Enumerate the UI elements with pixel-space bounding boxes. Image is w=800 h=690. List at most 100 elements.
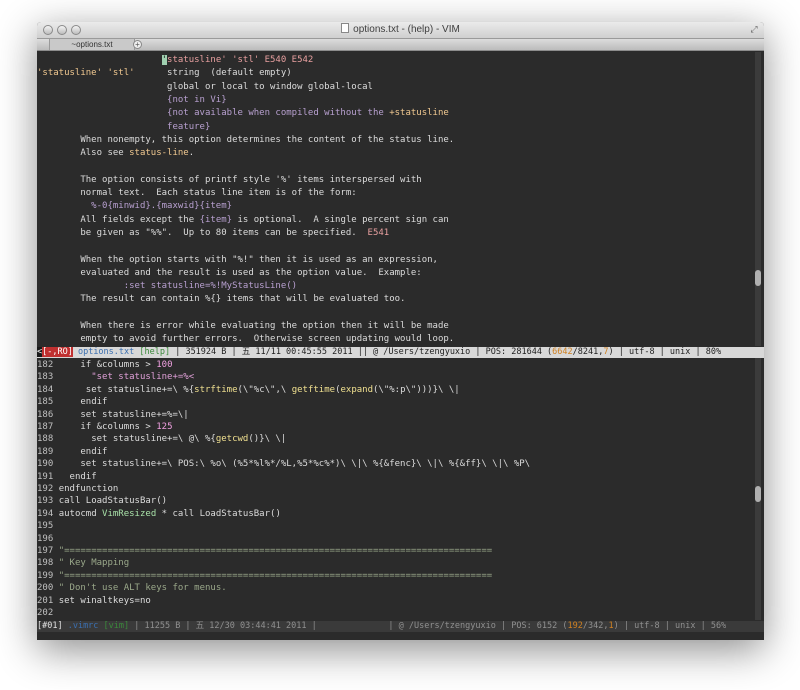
text-segment: | 351924 B | 五 11/11 00:45:55 2011 || @ … [170,347,553,357]
add-tab-button[interactable]: + [133,40,142,49]
text-segment: :set statusline=%!MyStatusLine() [37,281,298,292]
text-segment: normal text. Each status line item is of… [37,188,357,198]
text-segment: feature} [37,121,211,132]
line-number: 188 [37,434,59,445]
tab-bar: ~options.txt + [37,39,764,51]
line-number: 197 [37,546,59,556]
fullscreen-icon[interactable]: ⤢ [749,24,759,34]
text-segment: be given as "%%". Up to 80 items can be … [37,227,368,238]
code-line: 183 "set statusline+=%< [37,371,194,383]
text-segment: The result can contain %{} items that wi… [37,294,406,305]
text-segment: endfunction [58,484,119,494]
window-title-text: options.txt - (help) - VIM [353,24,460,35]
code-line: 182 if &columns > 100 [37,359,173,371]
text-segment: {not in Vi} [37,94,227,105]
help-line: 'statusline' 'stl' E540 E542 [37,54,313,66]
help-scrollbar-thumb[interactable] [755,270,761,286]
text-segment: getftime [291,384,336,395]
help-line: evaluated and the result is used as the … [37,267,422,279]
text-segment: When there is error while evaluating the… [37,321,449,331]
help-pane[interactable]: 'statusline' 'stl' E540 E542'statusline'… [37,52,749,346]
text-segment: " Don't use ALT keys for menus. [58,583,227,594]
line-number: 199 [37,570,59,581]
line-number: 189 [37,446,59,457]
text-segment: 125 [156,422,173,432]
code-line: 196 [37,533,59,545]
text-segment: is optional. A single percent sign can [232,214,449,225]
text-segment: [-,RO] [42,347,73,357]
text-segment: set winaltkeys=no [58,595,151,606]
code-line: 199 "===================================… [37,570,492,582]
help-scrollbar[interactable] [755,52,761,346]
help-line: All fields except the {item} is optional… [37,214,449,226]
tab-options-txt[interactable]: ~options.txt [49,39,135,50]
help-line: The option consists of printf style '%' … [37,174,422,186]
line-number: 194 [37,508,59,519]
code-line: 192 endfunction [37,483,118,495]
help-line: When there is error while evaluating the… [37,320,449,332]
code-line: 195 [37,520,59,532]
code-line: 184 set statusline+=\ %{strftime(\"%c\",… [37,384,460,396]
line-number: 192 [37,484,59,494]
help-line: empty to avoid further errors. Otherwise… [37,333,454,345]
line-number: 185 [37,397,59,408]
text-segment: [help] [134,347,171,357]
text-segment: status-line [129,148,189,159]
text-segment: empty to avoid further errors. Otherwise… [37,334,455,345]
help-line: 'statusline' 'stl' string (default empty… [37,67,292,79]
text-segment: The option consists of printf style '%' … [37,174,422,185]
line-number: 186 [37,409,59,420]
help-line: {not in Vi} [37,94,227,106]
code-line: 190 set statusline+=\ POS:\ %o\ (%5*%l%*… [37,458,530,470]
text-segment: endif [58,397,108,408]
text-segment: global or local to window global-local [37,81,373,92]
text-segment: call LoadStatusBar() [58,496,168,507]
help-line: be given as "%%". Up to 80 items can be … [37,227,389,239]
line-number: 201 [37,595,59,606]
text-segment: {not available when compiled without the [37,108,390,119]
code-line: 202 [37,607,59,619]
line-number: 193 [37,496,59,507]
line-number: 190 [37,459,59,470]
text-segment: expand [340,384,373,395]
text-segment: string (default empty) [134,68,292,79]
code-line: 198 " Key Mapping [37,557,129,569]
code-line: 200 " Don't use ALT keys for menus. [37,582,227,594]
code-scrollbar-thumb[interactable] [755,486,761,502]
text-segment: strftime [194,384,238,395]
help-line: :set statusline=%!MyStatusLine() [37,280,297,292]
text-segment: options.txt [72,347,135,357]
text-segment [37,55,162,65]
text-segment: +statusline [389,108,449,119]
text-segment: 'statusline' 'stl' [37,68,135,79]
text-segment: 6642 [552,347,573,357]
text-segment: /342, [582,621,609,631]
text-segment: . [188,148,195,159]
text-segment: set statusline+=\ POS:\ %o\ (%5*%l%*/%L,… [58,459,531,470]
document-icon [341,23,350,33]
line-number: 183 [37,372,59,383]
text-segment: .vimrc [62,621,99,631]
code-pane[interactable]: 182 if &columns > 100 183 "set statusline… [37,358,749,620]
vimrc-status-line: [#01] .vimrc [vim] | 11255 B | 五 12/30 0… [37,621,764,632]
code-line: 186 set statusline+=%=\| [37,409,189,421]
text-segment: | 11255 B | 五 12/30 03:44:41 2011 | | @ … [129,621,568,631]
line-number: 200 [37,583,59,594]
text-segment: When nonempty, this option determines th… [37,134,455,145]
code-line: 189 endif [37,446,107,458]
vim-window: options.txt - (help) - VIM ⤢ ~options.tx… [37,22,764,640]
text-segment: evaluated and the result is used as the … [37,267,422,278]
text-segment: endif [58,471,97,482]
line-number: 182 [37,360,59,370]
line-number: 184 [37,384,59,395]
text-segment: ) | utf-8 | unix | 56% [613,621,727,631]
text-segment: "set statusline+=%< [58,372,195,383]
text-segment: autocmd [58,508,103,519]
help-line: %-0{minwid}.{maxwid}{item} [37,200,232,212]
help-line: {not available when compiled without the… [37,107,449,119]
text-segment: {item} [199,214,233,225]
line-number: 202 [37,608,59,618]
code-scrollbar[interactable] [755,358,761,620]
text-segment: endif [58,446,108,457]
code-line: 191 endif [37,471,97,483]
